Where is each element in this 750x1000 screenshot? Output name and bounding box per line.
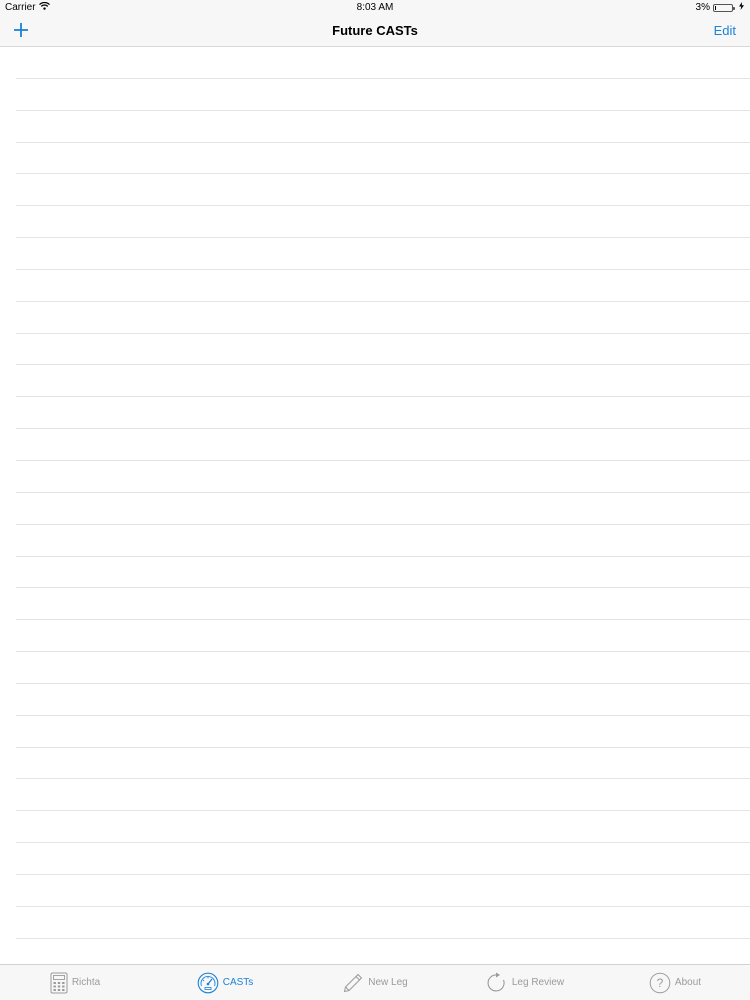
table-row <box>16 907 750 939</box>
table-row <box>16 811 750 844</box>
calculator-icon <box>50 972 68 993</box>
question-circle-icon: ? <box>649 972 671 993</box>
battery-icon <box>713 3 735 12</box>
casts-list[interactable] <box>0 47 750 964</box>
table-row <box>16 493 750 525</box>
status-time: 8:03 AM <box>356 2 394 13</box>
table-row <box>16 716 750 748</box>
edit-button[interactable]: Edit <box>714 15 736 46</box>
gauge-icon <box>197 972 219 993</box>
table-row <box>16 557 750 589</box>
table-row <box>16 875 750 907</box>
table-row <box>16 588 750 621</box>
table-row <box>16 684 750 716</box>
battery-fill <box>715 5 716 10</box>
tab-about[interactable]: ? About <box>600 965 750 1000</box>
table-row <box>16 365 750 398</box>
screen: Carrier 8:03 AM 3% Future CASTs Edit Ric… <box>0 0 750 1000</box>
tab-casts[interactable]: CASTs <box>150 965 300 1000</box>
table-row <box>16 79 750 111</box>
refresh-icon <box>487 972 505 991</box>
table-row <box>16 111 750 143</box>
table-row <box>16 429 750 461</box>
tab-bar: Richta CASTs New Leg Leg Review ? About <box>0 964 750 1000</box>
tab-new-leg[interactable]: New Leg <box>300 965 450 1000</box>
status-right: 3% <box>696 0 744 15</box>
table-row <box>16 397 750 430</box>
tab-casts-label: CASTs <box>222 977 254 988</box>
tab-richta[interactable]: Richta <box>0 965 150 1000</box>
table-row <box>16 461 750 493</box>
table-row <box>16 334 750 366</box>
svg-text:?: ? <box>657 976 664 990</box>
tab-new-leg-label: New Leg <box>368 977 408 988</box>
navigation-bar: Future CASTs Edit <box>0 15 750 47</box>
table-row <box>16 238 750 270</box>
table-row <box>16 206 750 239</box>
battery-percent: 3% <box>695 2 710 13</box>
table-row <box>16 779 750 812</box>
page-title: Future CASTs <box>332 23 418 38</box>
table-row <box>16 143 750 175</box>
table-row <box>16 620 750 653</box>
table-row <box>16 843 750 875</box>
pencil-icon <box>344 973 363 992</box>
table-row <box>16 748 750 780</box>
tab-leg-review[interactable]: Leg Review <box>450 965 600 1000</box>
tab-richta-label: Richta <box>71 977 101 988</box>
table-row <box>16 525 750 557</box>
table-row <box>16 270 750 302</box>
tab-about-label: About <box>674 977 702 988</box>
charging-icon <box>739 0 744 15</box>
table-row <box>16 302 750 334</box>
table-row <box>16 652 750 684</box>
table-row <box>16 47 750 79</box>
table-row <box>16 174 750 207</box>
status-bar: Carrier 8:03 AM 3% <box>0 0 750 15</box>
tab-leg-review-label: Leg Review <box>511 977 565 988</box>
